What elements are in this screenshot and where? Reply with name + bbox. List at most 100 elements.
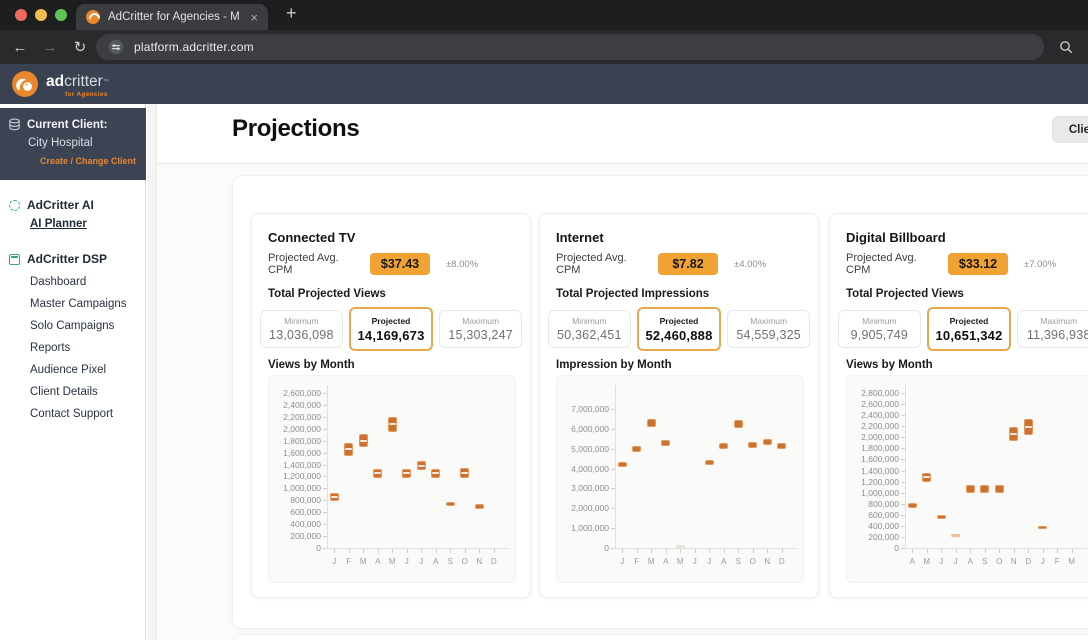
range-bar-midline [389, 423, 396, 425]
x-tick [767, 549, 768, 553]
scrollbar-gutter[interactable] [147, 104, 157, 640]
search-icon[interactable] [1058, 39, 1074, 55]
sidebar-item-client-details[interactable]: Client Details [30, 386, 98, 398]
forward-icon: → [38, 30, 62, 64]
range-bar-midline [1010, 433, 1017, 435]
y-axis-line [615, 385, 616, 548]
x-tick [465, 549, 466, 553]
y-tick-label: 6,000,000 [559, 424, 609, 434]
x-tick [738, 549, 739, 553]
x-tick [479, 549, 480, 553]
y-tick-label: 2,400,000 [271, 400, 321, 410]
x-tick [363, 549, 364, 553]
window-minimize-button[interactable] [35, 9, 47, 21]
sidebar-item-solo-campaigns[interactable]: Solo Campaigns [30, 320, 114, 332]
x-tick [349, 549, 350, 553]
current-client-label: Current Client: [27, 119, 108, 131]
y-tick-label: 200,000 [849, 532, 899, 542]
x-tick-label: N [1007, 557, 1021, 566]
x-tick-label: O [992, 557, 1006, 566]
x-tick [334, 549, 335, 553]
range-bar [705, 460, 714, 465]
range-bar-midline [403, 472, 410, 474]
reload-icon[interactable]: ↻ [68, 30, 92, 64]
chart-title: Views by Month [846, 359, 933, 371]
logo-wordmark[interactable]: adcritter™ [46, 74, 109, 90]
range-bar [719, 443, 728, 449]
sidebar-item-reports[interactable]: Reports [30, 342, 70, 354]
digital-billboard-card: Digital Billboard Projected Avg. CPM $33… [829, 213, 1088, 598]
x-tick [999, 549, 1000, 553]
card-title: Connected TV [268, 230, 355, 245]
x-tick [709, 549, 710, 553]
new-tab-button[interactable]: + [286, 3, 297, 24]
change-client-link[interactable]: Create / Change Client [8, 156, 138, 166]
range-bar-midline [331, 496, 338, 498]
ai-dashed-circle-icon [9, 200, 20, 211]
x-tick-label: S [978, 557, 992, 566]
x-tick [1072, 549, 1073, 553]
sidebar-item-master-campaigns[interactable]: Master Campaigns [30, 298, 127, 310]
y-tick-label: 1,200,000 [849, 477, 899, 487]
x-tick [782, 549, 783, 553]
client-header-button[interactable]: Clien [1052, 116, 1088, 143]
x-axis-line [327, 548, 509, 549]
y-tick-label: 1,400,000 [271, 460, 321, 470]
current-client-name: City Hospital [28, 137, 138, 149]
range-bar [966, 485, 975, 492]
range-bar-midline [418, 465, 425, 467]
internet-card: Internet Projected Avg. CPM $7.82 ±4.00%… [539, 213, 819, 598]
cpm-value-badge: $7.82 [658, 253, 718, 275]
database-icon [8, 118, 21, 131]
x-tick-label: J [414, 557, 428, 566]
x-tick [378, 549, 379, 553]
y-tick-label: 0 [559, 543, 609, 553]
squirrel-logo-icon[interactable] [12, 71, 38, 97]
x-tick [407, 549, 408, 553]
sidebar-item-ai-planner[interactable]: AI Planner [30, 218, 87, 230]
x-tick [695, 549, 696, 553]
y-tick-label: 800,000 [271, 495, 321, 505]
y-axis-line [327, 385, 328, 548]
url-text[interactable]: platform.adcritter.com [134, 40, 254, 54]
x-tick-label: J [1036, 557, 1050, 566]
cpm-tolerance: ±8.00% [446, 259, 478, 270]
x-tick [985, 549, 986, 553]
y-tick-label: 5,000,000 [559, 444, 609, 454]
y-tick-label: 600,000 [849, 510, 899, 520]
cpm-value-badge: $37.43 [370, 253, 430, 275]
projected-stat-box: Projected 14,169,673 [349, 307, 434, 351]
y-tick-label: 1,400,000 [849, 466, 899, 476]
browser-tab[interactable]: AdCritter for Agencies - Mast × [76, 4, 268, 30]
range-bar [995, 485, 1004, 492]
x-tick [912, 549, 913, 553]
back-icon[interactable]: ← [8, 30, 32, 64]
x-tick-label: D [487, 557, 501, 566]
range-bar [937, 515, 946, 518]
range-bar [618, 462, 627, 467]
x-tick [622, 549, 623, 553]
sidebar-item-dashboard[interactable]: Dashboard [30, 276, 86, 288]
y-tick-label: 1,600,000 [849, 454, 899, 464]
window-zoom-button[interactable] [55, 9, 67, 21]
x-tick [1057, 549, 1058, 553]
sidebar-item-audience-pixel[interactable]: Audience Pixel [30, 364, 106, 376]
site-settings-icon[interactable] [108, 39, 124, 55]
range-bar-midline [923, 476, 930, 478]
cpm-tolerance: ±4.00% [734, 259, 766, 270]
x-tick-label: J [615, 557, 629, 566]
x-tick-label: A [905, 557, 919, 566]
x-tick-label: M [644, 557, 658, 566]
views-by-month-chart: 2,800,0002,600,0002,400,0002,200,0002,00… [846, 375, 1088, 583]
range-bar [763, 439, 772, 445]
adcritter-favicon-icon [86, 10, 100, 24]
address-bar[interactable]: platform.adcritter.com [96, 34, 1044, 60]
current-client-box: Current Client: City Hospital Create / C… [0, 108, 146, 180]
tab-close-icon[interactable]: × [250, 11, 258, 24]
x-tick [392, 549, 393, 553]
window-close-button[interactable] [15, 9, 27, 21]
chart-title: Views by Month [268, 359, 355, 371]
sidebar-item-contact-support[interactable]: Contact Support [30, 408, 113, 420]
range-bar [951, 534, 960, 537]
y-tick-label: 1,000,000 [559, 523, 609, 533]
